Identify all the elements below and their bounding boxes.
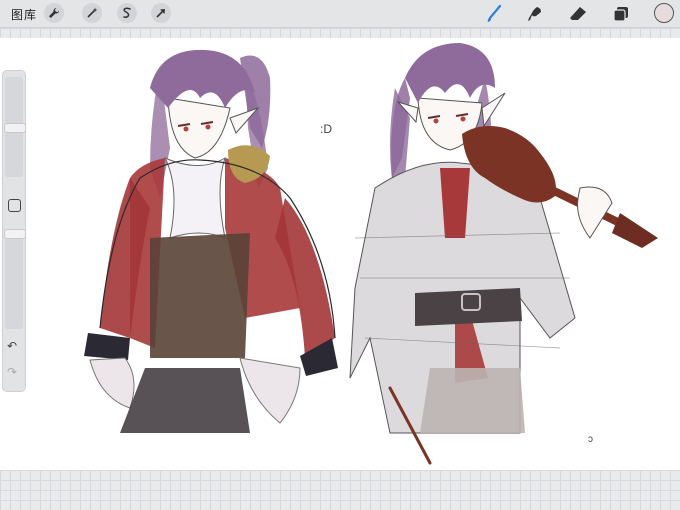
sidebar: ↶ ↷ xyxy=(2,70,26,392)
artwork-illustration: :D ɔ xyxy=(84,43,658,465)
modify-square-button[interactable] xyxy=(8,199,21,212)
redo-icon[interactable]: ↷ xyxy=(7,365,17,379)
color-picker-button[interactable] xyxy=(654,3,674,23)
svg-text:ɔ: ɔ xyxy=(588,434,593,445)
brush-size-thumb[interactable] xyxy=(4,123,26,133)
top-toolbar: 图库 xyxy=(0,0,680,28)
transform-arrow-icon[interactable] xyxy=(151,3,171,23)
canvas-top-margin xyxy=(0,28,680,38)
layers-icon[interactable] xyxy=(611,4,631,24)
left-character-sketch xyxy=(84,49,338,433)
right-character-sketch xyxy=(349,43,658,465)
undo-icon[interactable]: ↶ xyxy=(7,339,17,353)
opacity-slider[interactable] xyxy=(5,229,23,329)
brush-icon[interactable] xyxy=(484,4,504,24)
smudge-icon[interactable] xyxy=(525,4,545,24)
eraser-icon[interactable] xyxy=(568,4,588,24)
gallery-button[interactable]: 图库 xyxy=(11,6,37,23)
opacity-thumb[interactable] xyxy=(4,229,26,239)
selection-icon[interactable] xyxy=(117,3,137,23)
canvas-bottom-margin xyxy=(0,470,680,510)
doodle-text: :D xyxy=(320,122,332,136)
wrench-icon[interactable] xyxy=(44,3,64,23)
magic-wand-icon[interactable] xyxy=(82,3,102,23)
